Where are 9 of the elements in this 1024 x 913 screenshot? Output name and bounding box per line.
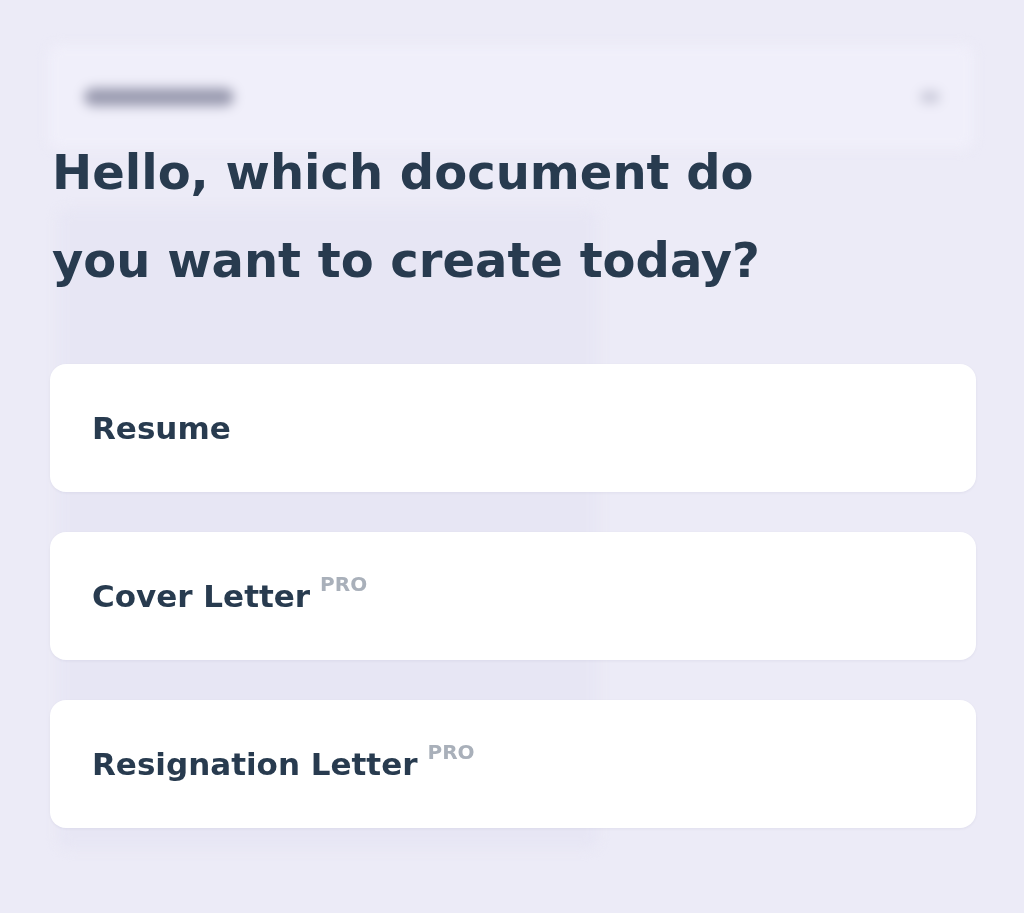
page-heading: Hello, which document do you want to create today? <box>52 143 761 290</box>
pro-label: PRO <box>427 740 475 764</box>
option-label: Resume <box>92 410 231 446</box>
pro-label: PRO <box>320 572 368 596</box>
document-option[interactable]: Resignation Letter PRO <box>50 700 976 828</box>
option-label: Cover Letter <box>92 578 311 614</box>
option-label: Resignation Letter <box>92 746 418 782</box>
document-option[interactable]: Cover Letter PRO <box>50 532 976 660</box>
document-option[interactable]: Resume <box>50 364 976 492</box>
